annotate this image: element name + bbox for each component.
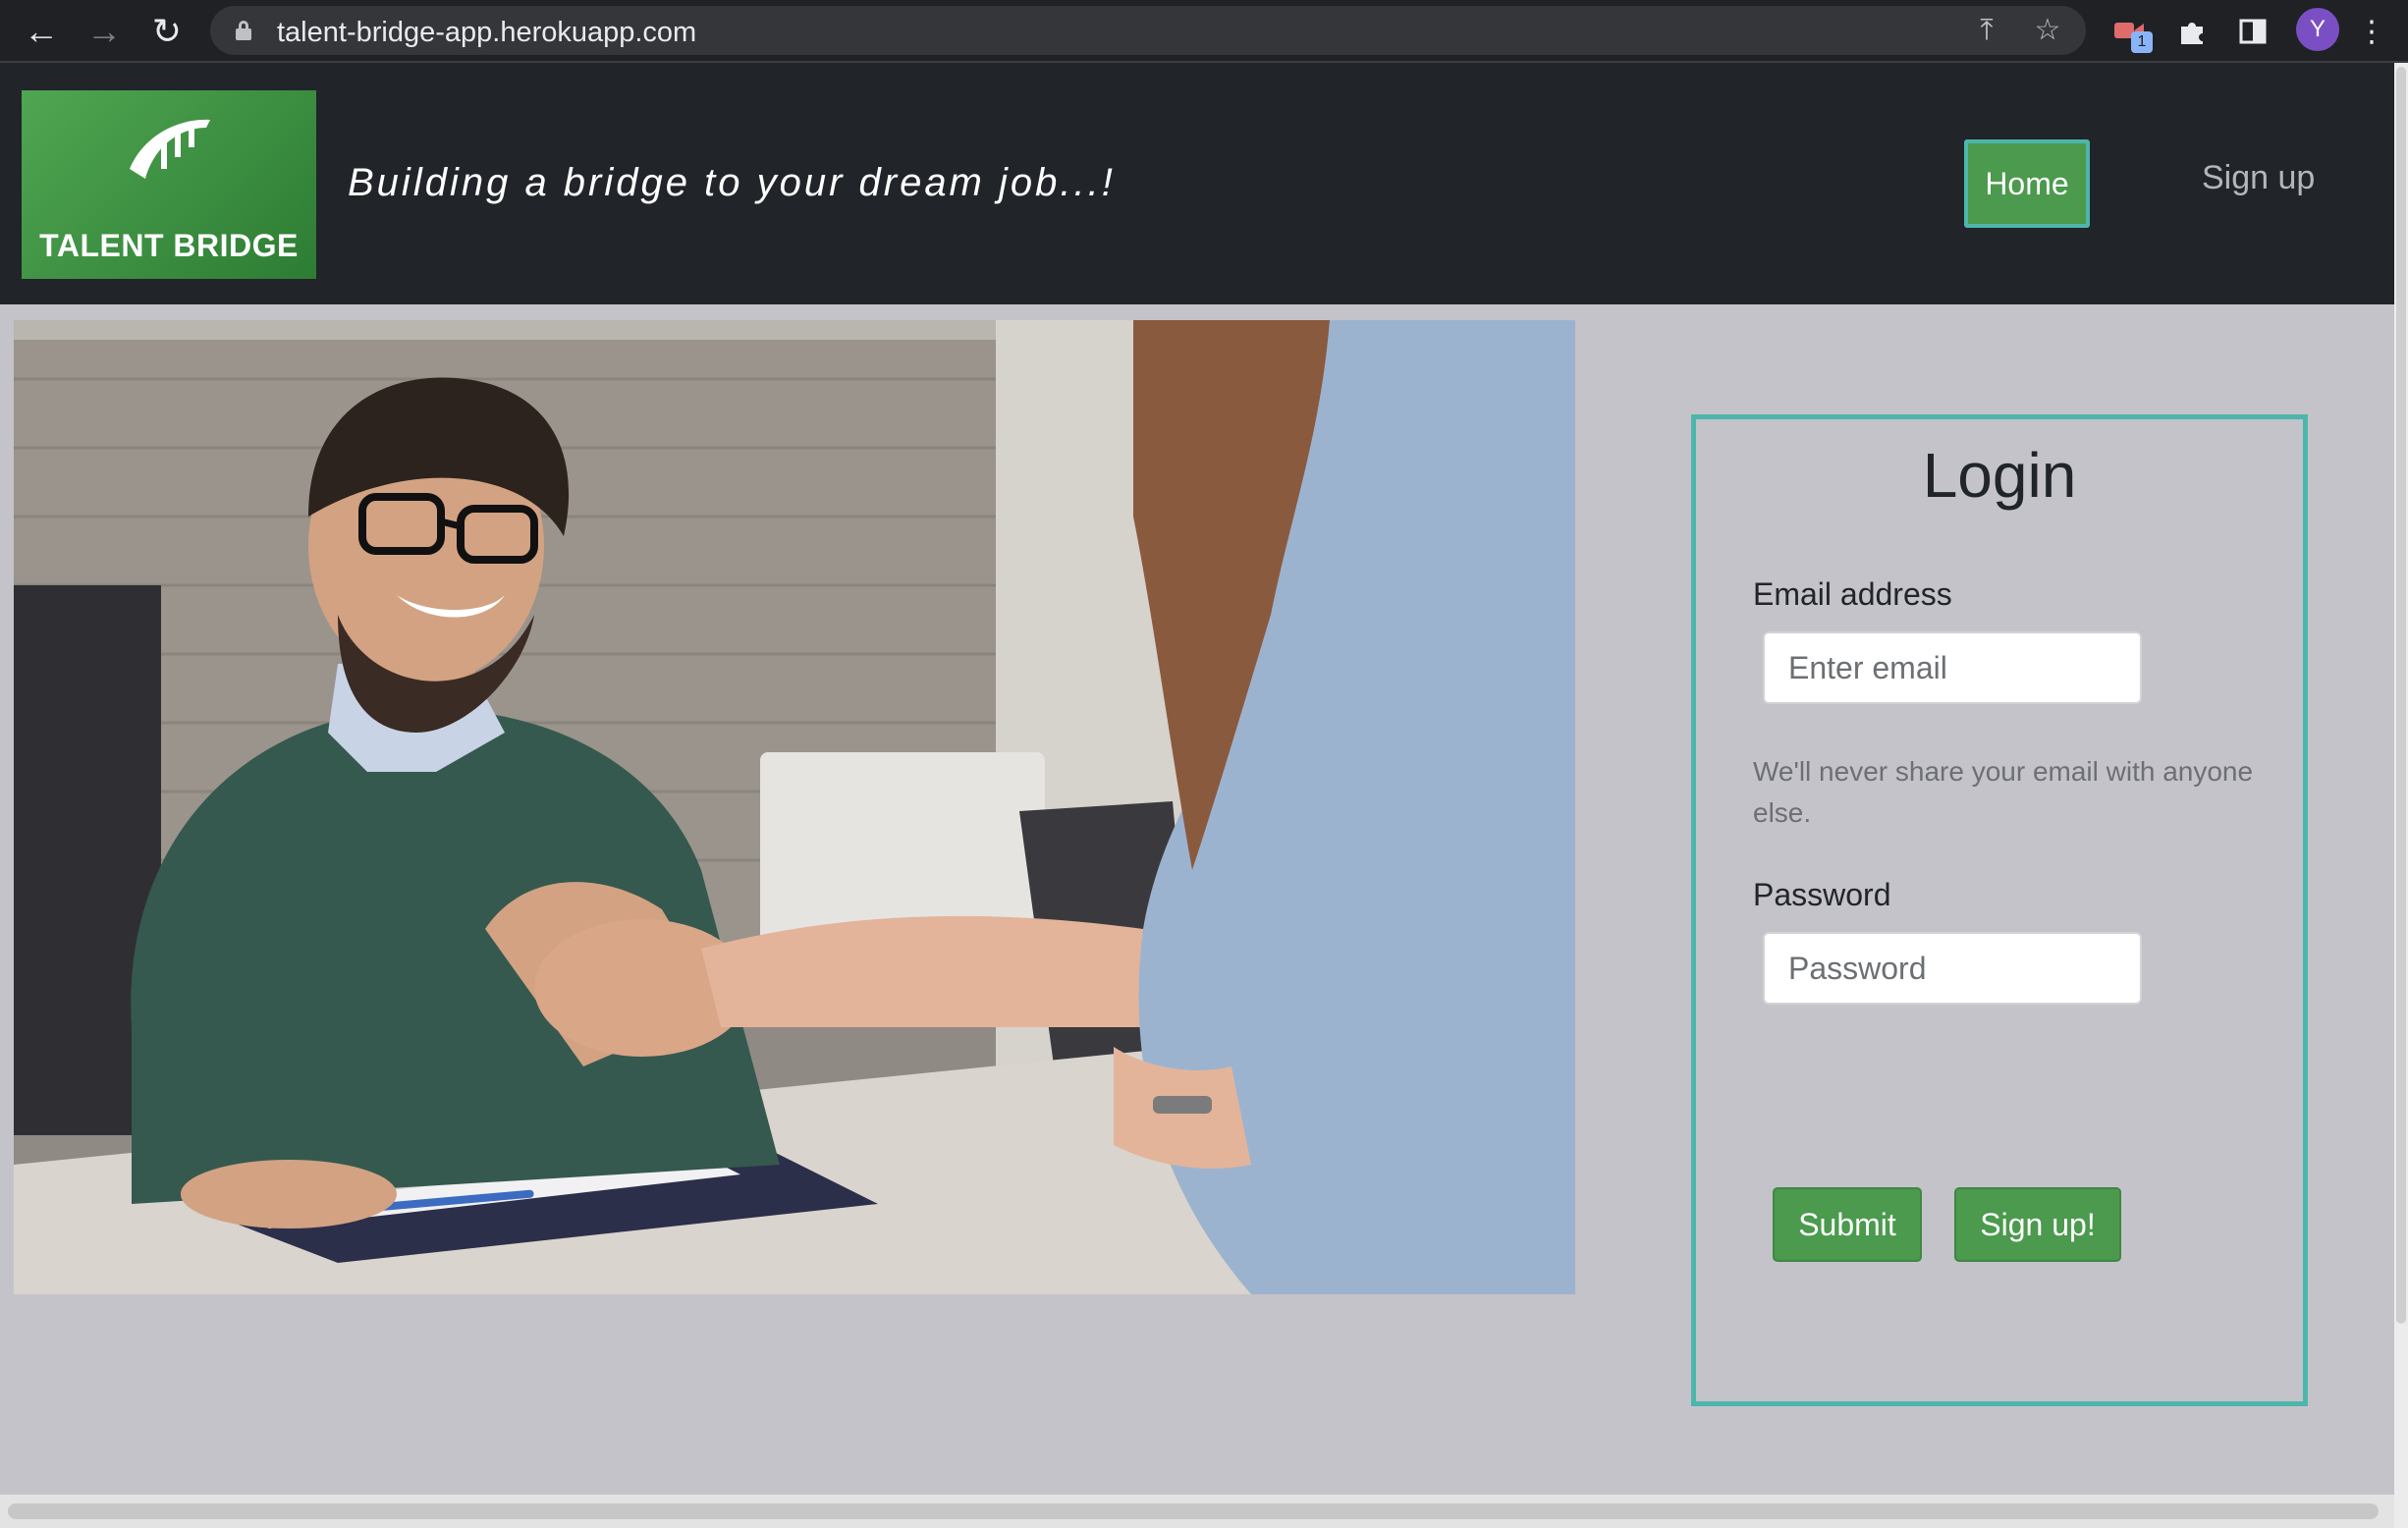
back-arrow-icon[interactable]: ← [18,8,65,55]
nav-signup-link[interactable]: Sign up [2202,159,2315,197]
reload-icon[interactable]: ↻ [143,8,191,55]
password-input[interactable] [1763,932,2142,1005]
side-panel-icon[interactable] [2231,10,2274,53]
share-icon[interactable]: ⤒ [1972,16,2001,45]
logo-text: TALENT BRIDGE [39,228,299,263]
password-label: Password [1753,877,1891,912]
profile-avatar[interactable]: Y [2296,8,2339,51]
url-text[interactable]: talent-bridge-app.herokuapp.com [277,17,696,49]
lock-icon[interactable] [236,21,251,40]
horizontal-scrollbar[interactable] [0,1495,2394,1528]
browser-toolbar: ← → ↻ talent-bridge-app.herokuapp.com ⤒ … [0,0,2408,63]
login-title: Login [1922,440,2077,511]
puzzle-extensions-icon[interactable] [2170,10,2214,53]
extension-badge: 1 [2131,31,2153,53]
email-input[interactable] [1763,631,2142,704]
signup-button[interactable]: Sign up! [1954,1187,2121,1262]
address-bar[interactable]: talent-bridge-app.herokuapp.com ⤒ ☆ [210,6,2086,55]
kebab-menu-icon[interactable]: ⋮ [2357,10,2386,53]
bookmark-star-icon[interactable]: ☆ [2033,16,2062,45]
nav-home-button[interactable]: Home [1964,139,2090,228]
handshake-photo [14,320,1575,1294]
bridge-logo-icon [130,119,210,179]
login-card: Login Email address We'll never share yo… [1691,414,2308,1406]
talent-bridge-logo[interactable]: TALENT BRIDGE [22,90,316,279]
site-header: TALENT BRIDGE Building a bridge to your … [0,63,2394,304]
vertical-scrollbar[interactable] [2394,63,2408,1528]
email-label: Email address [1753,576,1952,612]
submit-button[interactable]: Submit [1773,1187,1922,1262]
email-help-text: We'll never share your email with anyone… [1753,756,2254,828]
forward-arrow-icon[interactable]: → [81,8,128,55]
tagline: Building a bridge to your dream job...! [348,161,1116,204]
